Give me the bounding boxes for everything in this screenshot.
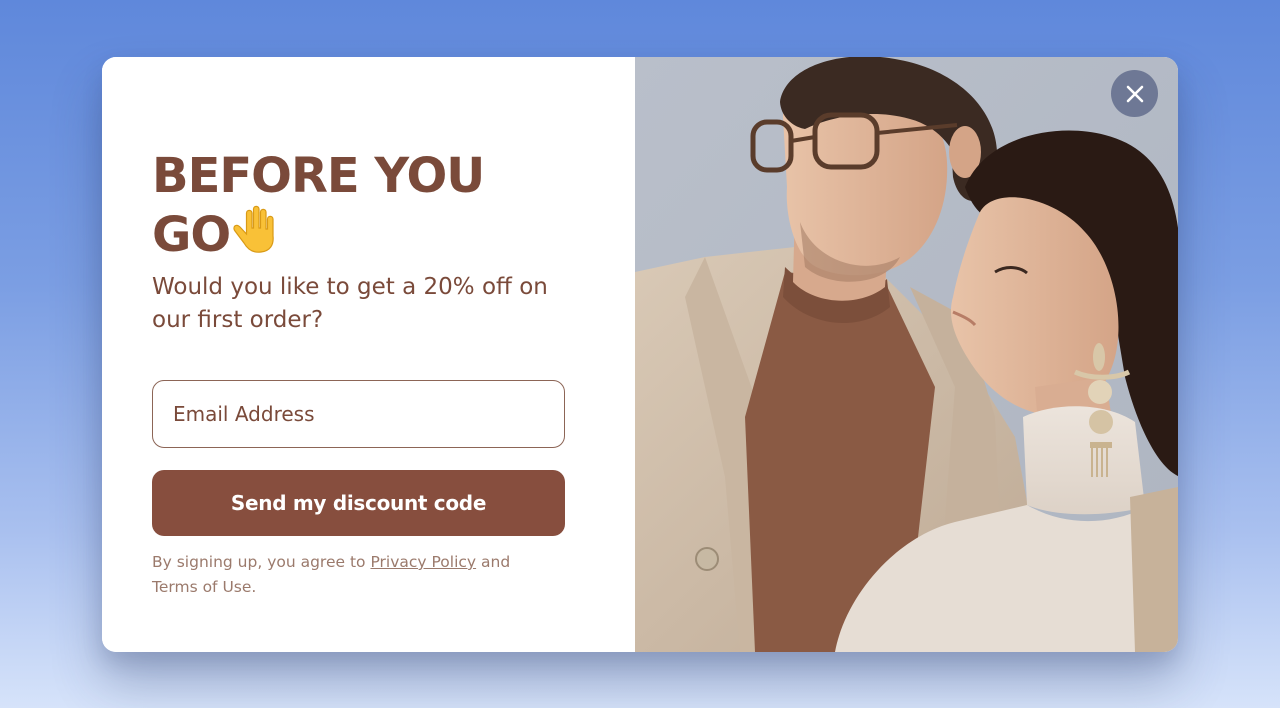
- send-discount-code-button[interactable]: Send my discount code: [152, 470, 565, 536]
- close-icon: [1126, 85, 1143, 102]
- raised-hand-icon: [232, 203, 276, 266]
- email-field[interactable]: [152, 380, 565, 448]
- promo-image-panel: [635, 57, 1178, 652]
- heading-line-2: GO: [152, 207, 231, 263]
- discount-popup-modal: BEFORE YOU GO Would you like to get a 20…: [102, 57, 1178, 652]
- legal-notice: By signing up, you agree to Privacy Poli…: [152, 550, 552, 600]
- popup-heading: BEFORE YOU GO: [152, 149, 552, 266]
- heading-line-1: BEFORE YOU: [152, 148, 485, 204]
- close-popup-button[interactable]: [1111, 70, 1158, 117]
- fashion-couple-photo: [635, 57, 1178, 652]
- privacy-policy-link[interactable]: Privacy Policy: [370, 553, 476, 571]
- legal-prefix: By signing up, you agree to: [152, 553, 371, 571]
- offer-subtitle: Would you like to get a 20% off on our f…: [152, 274, 548, 333]
- popup-content-panel: BEFORE YOU GO Would you like to get a 20…: [102, 57, 635, 652]
